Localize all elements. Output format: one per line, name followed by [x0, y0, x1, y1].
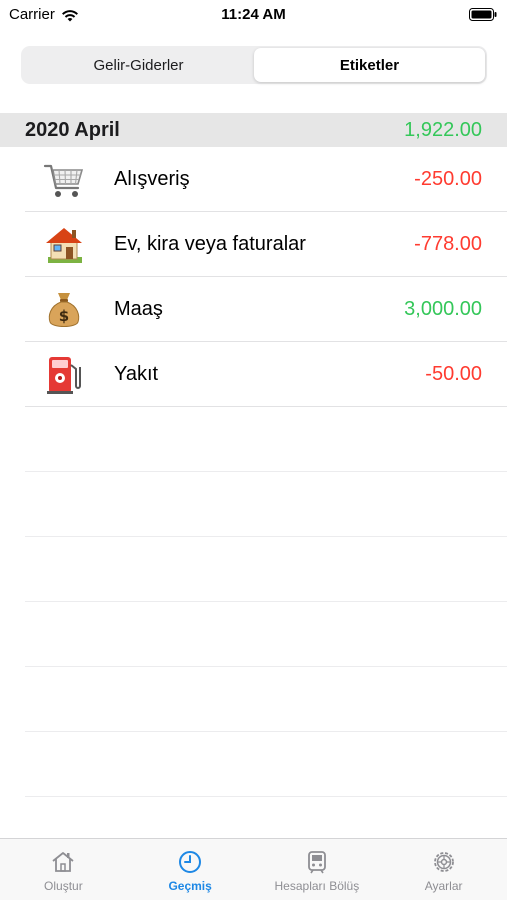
tab-gecmis[interactable]: Geçmiş	[127, 839, 254, 900]
list-item-amount: -250.00	[414, 168, 482, 190]
list-item-alisveris[interactable]: Alışveriş -250.00	[0, 147, 507, 212]
list-item-label: Alışveriş	[114, 168, 190, 190]
tab-label: Oluştur	[44, 879, 83, 893]
empty-row	[0, 602, 507, 667]
segmented-control: Gelir-Giderler Etiketler	[21, 46, 487, 84]
status-bar: Carrier 11:24 AM	[0, 0, 507, 30]
tab-ayarlar[interactable]: Ayarlar	[380, 839, 507, 900]
list-item-label: Maaş	[114, 298, 163, 320]
list-item-amount: -778.00	[414, 233, 482, 255]
tab-bar: Oluştur Geçmiş Hesapları Bölüş Ayarlar	[0, 838, 507, 900]
segment-etiketler[interactable]: Etiketler	[254, 48, 485, 82]
fuel-pump-icon	[42, 353, 86, 397]
status-time: 11:24 AM	[221, 6, 286, 23]
list-item-ev-kira-faturalar[interactable]: Ev, kira veya faturalar -778.00	[0, 212, 507, 277]
list-item-amount: -50.00	[425, 363, 482, 385]
list-item-maas[interactable]: $ Maaş 3,000.00	[0, 277, 507, 342]
empty-row	[0, 537, 507, 602]
list-item-label: Yakıt	[114, 363, 159, 385]
tab-label: Hesapları Bölüş	[274, 879, 360, 893]
list-item-amount: 3,000.00	[404, 298, 482, 320]
section-title: 2020 April	[25, 118, 120, 141]
empty-row	[0, 732, 507, 797]
section-header: 2020 April 1,922.00	[0, 113, 507, 147]
home-icon	[52, 852, 74, 872]
tab-hesaplari-bolus[interactable]: Hesapları Bölüş	[254, 839, 381, 900]
gear-icon	[433, 852, 454, 872]
train-icon	[307, 851, 326, 874]
money-bag-icon: $	[42, 288, 86, 332]
empty-row	[0, 667, 507, 732]
clock-icon	[179, 851, 202, 873]
list-item-label: Ev, kira veya faturalar	[114, 233, 306, 255]
battery-icon	[469, 8, 497, 21]
empty-row	[0, 407, 507, 472]
tab-olustur[interactable]: Oluştur	[0, 839, 127, 900]
house-icon	[42, 223, 86, 267]
tab-label: Geçmiş	[168, 879, 212, 893]
list-item-yakit[interactable]: Yakıt -50.00	[0, 342, 507, 407]
category-list: Alışveriş -250.00 Ev, kira veya faturala…	[0, 147, 507, 797]
tab-label: Ayarlar	[424, 879, 463, 893]
empty-row	[0, 472, 507, 537]
segment-gelir-giderler[interactable]: Gelir-Giderler	[23, 48, 254, 82]
svg-text:$: $	[59, 307, 69, 325]
shopping-cart-icon	[42, 158, 86, 202]
section-total: 1,922.00	[404, 118, 482, 141]
